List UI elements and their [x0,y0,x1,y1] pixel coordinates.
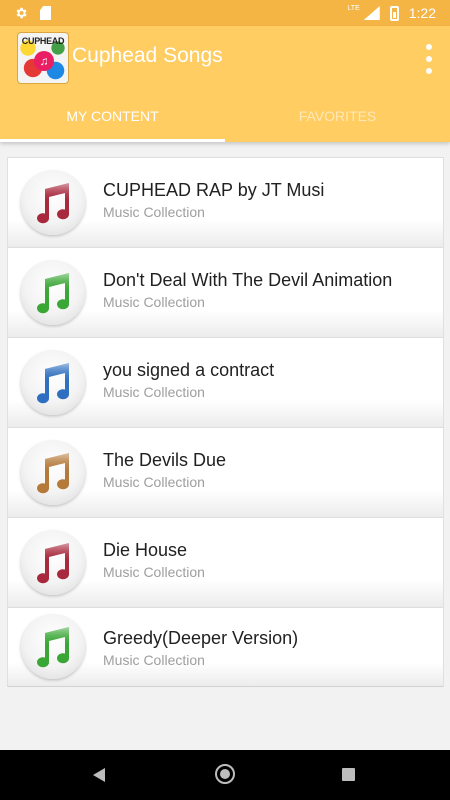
song-title: CUPHEAD RAP by JT Musi [103,180,325,200]
navigation-bar [0,750,450,800]
song-list-item[interactable]: Die House Music Collection [7,517,444,607]
music-note-icon: ♫ [34,51,54,71]
sd-card-icon [40,6,51,20]
tab-favorites[interactable]: FAVORITES [225,96,450,142]
song-subtitle: Music Collection [103,384,205,400]
app-logo-text: CUPHEAD [21,36,65,46]
song-subtitle: Music Collection [103,474,205,490]
song-subtitle: Music Collection [103,204,205,220]
music-note-icon [21,615,85,679]
status-bar: LTE 1:22 [0,0,450,26]
song-text: Don't Deal With The Devil Animation Music… [103,270,392,310]
song-title: The Devils Due [103,450,227,470]
song-text: you signed a contract Music Collection [103,360,274,400]
song-title: Greedy(Deeper Version) [103,628,299,648]
song-title: Die House [103,540,188,560]
home-icon[interactable] [215,764,235,784]
music-note-icon [21,260,85,325]
battery-charging-icon [389,5,399,21]
signal-icon [363,6,380,20]
song-list: CUPHEAD RAP by JT Musi Music Collection Do… [7,157,444,687]
song-subtitle: Music Collection [103,564,205,580]
tab-bar: MY CONTENT FAVORITES [0,96,450,142]
status-time: 1:22 [408,5,436,21]
back-icon[interactable] [93,768,105,782]
song-text: The Devils Due Music Collection [103,450,226,490]
song-list-item[interactable]: The Devils Due Music Collection [7,427,444,517]
app-title: Cuphead Songs [72,44,223,67]
song-list-item[interactable]: Greedy(Deeper Version) Music Collection [7,607,444,687]
network-type-label: LTE [347,4,360,12]
overflow-menu-icon[interactable] [424,44,434,74]
song-text: Greedy(Deeper Version) Music Collection [103,628,298,668]
music-note-icon [21,350,85,415]
music-note-icon [21,530,85,595]
song-subtitle: Music Collection [103,294,205,310]
song-text: CUPHEAD RAP by JT Musi Music Collection [103,180,324,220]
music-note-icon [21,170,85,235]
song-text: Die House Music Collection [103,540,205,580]
song-title: Don't Deal With The Devil Animation [103,270,393,290]
song-subtitle: Music Collection [103,652,205,668]
app-logo: CUPHEAD ♫ [17,32,69,84]
app-bar: CUPHEAD ♫ Cuphead Songs MY CONTENT FAVOR… [0,26,450,142]
recents-icon[interactable] [342,768,355,781]
tab-my-content[interactable]: MY CONTENT [0,96,225,142]
song-list-item[interactable]: Don't Deal With The Devil Animation Music… [7,247,444,337]
music-note-icon [21,440,85,505]
song-list-item[interactable]: you signed a contract Music Collection [7,337,444,427]
gear-icon [16,7,27,19]
song-list-item[interactable]: CUPHEAD RAP by JT Musi Music Collection [7,157,444,247]
song-title: you signed a contract [103,360,275,380]
